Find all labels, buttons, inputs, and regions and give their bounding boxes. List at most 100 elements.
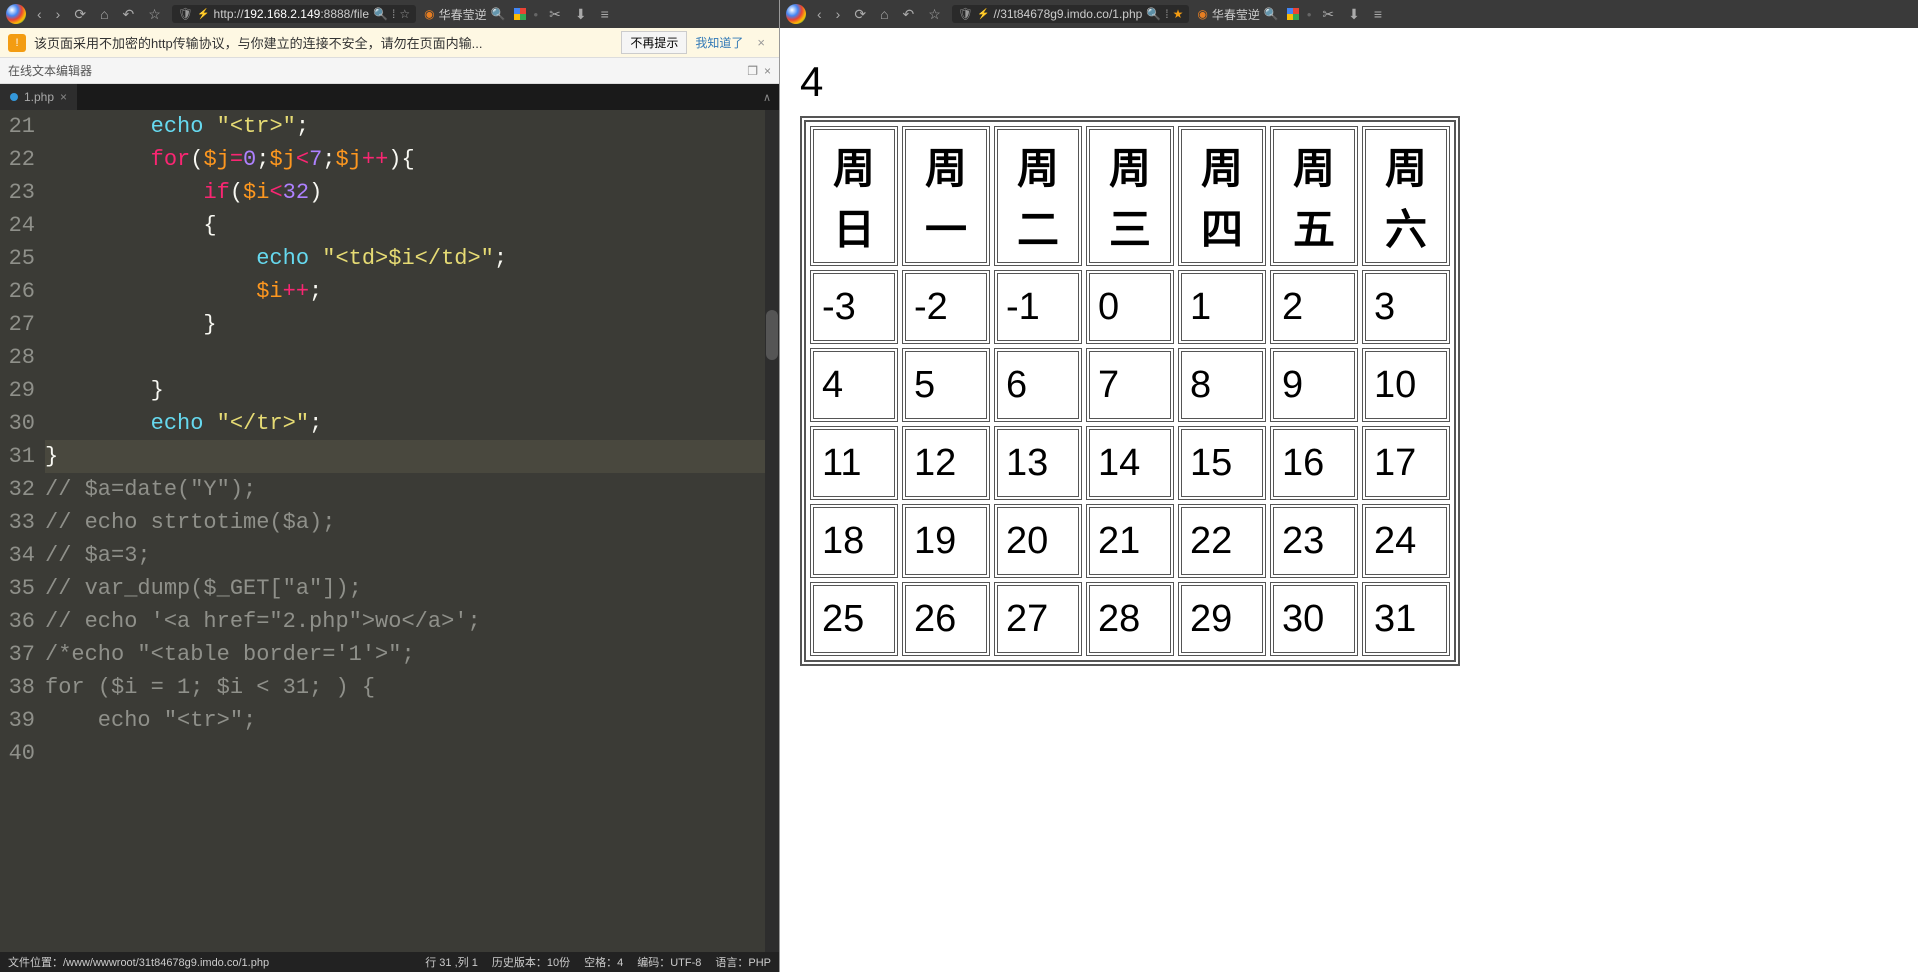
sogou-icon: ◉ (1197, 7, 1207, 21)
dismiss-button[interactable]: 不再提示 (621, 31, 687, 54)
calendar-cell: 21 (1086, 504, 1174, 578)
calendar-cell: 25 (810, 582, 898, 656)
menu-icon[interactable]: ≡ (1371, 6, 1385, 22)
calendar-cell: 11 (810, 426, 898, 500)
status-encoding[interactable]: 编码：UTF-8 (637, 954, 701, 970)
download-icon[interactable]: ⬇ (1345, 6, 1363, 23)
calendar-cell: 18 (810, 504, 898, 578)
status-history[interactable]: 历史版本：10份 (492, 954, 570, 970)
browser-chrome-left: ‹ › ⟳ ⌂ ↶ ☆ 🛡 ⚡ http://192.168.2.149:888… (0, 0, 779, 28)
address-bar[interactable]: 🛡 ⚡ http://192.168.2.149:8888/file 🔍 ⁞ ☆ (172, 5, 416, 23)
menu-icon[interactable]: ≡ (598, 6, 612, 22)
star-button[interactable]: ☆ (925, 6, 944, 23)
chevron-up-icon[interactable]: ∧ (755, 91, 779, 104)
search-icon[interactable]: 🔍 (373, 7, 388, 21)
dropdown-icon[interactable]: ⁞ (392, 7, 395, 21)
warning-icon: ! (8, 34, 26, 52)
download-icon[interactable]: ⬇ (572, 6, 590, 23)
star-icon[interactable]: ☆ (399, 7, 410, 21)
forward-button[interactable]: › (53, 6, 64, 22)
acknowledge-link[interactable]: 我知道了 (695, 34, 743, 51)
page-heading: 4 (800, 58, 1898, 106)
close-icon[interactable]: × (751, 35, 771, 50)
status-language[interactable]: 语言：PHP (715, 954, 771, 970)
rendered-page: 4 周日周一周二周三周四周五周六-3-2-1012345678910111213… (780, 28, 1918, 972)
calendar-cell: 23 (1270, 504, 1358, 578)
back-button[interactable]: ‹ (814, 6, 825, 22)
star-icon[interactable]: ★ (1173, 7, 1184, 21)
search-engine-pod[interactable]: ◉ 华春莹逆 🔍 (1197, 6, 1278, 23)
calendar-header: 周四 (1178, 126, 1266, 266)
forward-button[interactable]: › (833, 6, 844, 22)
calendar-cell: 19 (902, 504, 990, 578)
code-body[interactable]: echo "<tr>"; for($j=0;$j<7;$j++){ if($i<… (45, 110, 779, 952)
calendar-cell: 22 (1178, 504, 1266, 578)
calendar-cell: 10 (1362, 348, 1450, 422)
tab-file[interactable]: 1.php × (0, 84, 77, 110)
calendar-table: 周日周一周二周三周四周五周六-3-2-101234567891011121314… (800, 116, 1460, 666)
shield-icon: 🛡 (958, 7, 973, 21)
address-bar[interactable]: 🛡 ⚡ //31t84678g9.imdo.co/1.php 🔍 ⁞ ★ (952, 5, 1190, 23)
calendar-cell: 14 (1086, 426, 1174, 500)
status-bar: 文件位置：/www/wwwroot/31t84678g9.imdo.co/1.p… (0, 952, 779, 972)
calendar-cell: 16 (1270, 426, 1358, 500)
calendar-cell: 15 (1178, 426, 1266, 500)
grid-apps-icon[interactable] (514, 8, 526, 20)
calendar-header: 周二 (994, 126, 1082, 266)
calendar-header: 周五 (1270, 126, 1358, 266)
code-editor[interactable]: 2122232425262728293031323334353637383940… (0, 110, 779, 952)
search-engine-pod[interactable]: ◉ 华春莹逆 🔍 (424, 6, 505, 23)
calendar-header: 周六 (1362, 126, 1450, 266)
home-button[interactable]: ⌂ (877, 6, 891, 22)
close-icon[interactable]: × (764, 64, 771, 78)
scrollbar-thumb[interactable] (766, 310, 778, 360)
reload-button[interactable]: ⟳ (851, 6, 869, 23)
calendar-cell: 24 (1362, 504, 1450, 578)
status-path: 文件位置：/www/wwwroot/31t84678g9.imdo.co/1.p… (8, 954, 269, 970)
calendar-cell: 13 (994, 426, 1082, 500)
editor-title-bar: 在线文本编辑器 ❐ × (0, 58, 779, 84)
undo-button[interactable]: ↶ (120, 6, 138, 23)
restore-icon[interactable]: ❐ (747, 64, 758, 78)
calendar-cell: 9 (1270, 348, 1358, 422)
reload-button[interactable]: ⟳ (71, 6, 89, 23)
calendar-cell: 8 (1178, 348, 1266, 422)
back-button[interactable]: ‹ (34, 6, 45, 22)
calendar-cell: -2 (902, 270, 990, 344)
calendar-cell: 1 (1178, 270, 1266, 344)
star-button[interactable]: ☆ (145, 6, 164, 23)
calendar-header: 周日 (810, 126, 898, 266)
insecure-icon: ⚡ (197, 9, 209, 20)
calendar-cell: 26 (902, 582, 990, 656)
status-spaces[interactable]: 空格：4 (584, 954, 623, 970)
tab-close-icon[interactable]: × (60, 90, 67, 104)
undo-button[interactable]: ↶ (900, 6, 918, 23)
search-icon[interactable]: 🔍 (1146, 7, 1161, 21)
calendar-cell: 28 (1086, 582, 1174, 656)
calendar-cell: 31 (1362, 582, 1450, 656)
calendar-cell: 2 (1270, 270, 1358, 344)
dropdown-icon[interactable]: ⁞ (1165, 7, 1168, 21)
calendar-cell: 29 (1178, 582, 1266, 656)
calendar-header: 周三 (1086, 126, 1174, 266)
editor-title: 在线文本编辑器 (8, 62, 92, 79)
status-position: 行 31 ,列 1 (425, 954, 478, 970)
shield-icon: 🛡 (178, 7, 193, 21)
calendar-cell: 17 (1362, 426, 1450, 500)
calendar-cell: 20 (994, 504, 1082, 578)
scissors-icon[interactable]: ✂ (1319, 6, 1337, 23)
calendar-cell: 4 (810, 348, 898, 422)
home-button[interactable]: ⌂ (97, 6, 111, 22)
calendar-cell: 5 (902, 348, 990, 422)
scrollbar[interactable] (765, 110, 779, 952)
search-icon: 🔍 (1264, 7, 1279, 21)
calendar-cell: 12 (902, 426, 990, 500)
browser-logo-icon (6, 4, 26, 24)
warning-text: 该页面采用不加密的http传输协议，与你建立的连接不安全，请勿在页面内输... (34, 33, 613, 52)
grid-apps-icon[interactable] (1287, 8, 1299, 20)
scissors-icon[interactable]: ✂ (546, 6, 564, 23)
editor-tabs: 1.php × ∧ (0, 84, 779, 110)
calendar-cell: 0 (1086, 270, 1174, 344)
search-icon: 🔍 (491, 7, 506, 21)
calendar-cell: 6 (994, 348, 1082, 422)
